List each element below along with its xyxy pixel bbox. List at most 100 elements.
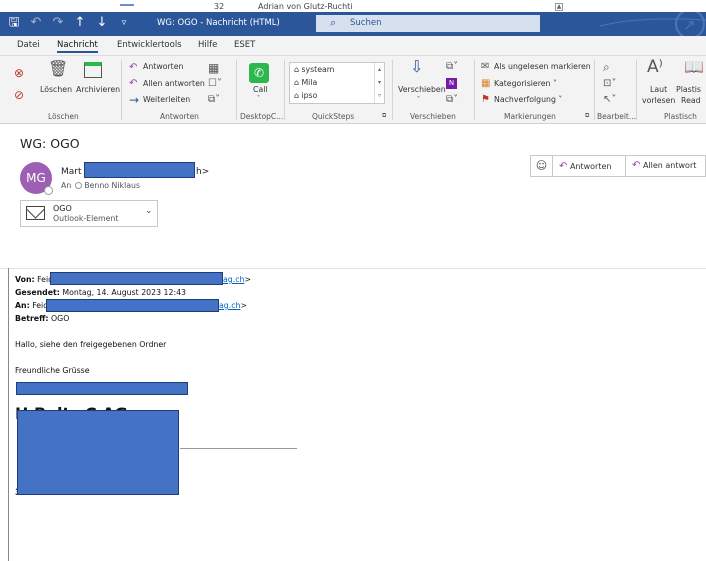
recipient-presence-icon [75,182,83,189]
group-separator [636,60,637,120]
categorize-icon: ▦ [481,78,491,89]
read-aloud-label-2[interactable]: vorlesen [642,96,675,105]
quickstep-item[interactable]: ⌂ Mila [294,78,317,87]
find-icon[interactable]: ⌕ [603,60,610,74]
call-icon[interactable]: ✆ [249,63,269,83]
save-icon[interactable]: 🖫 [6,14,22,32]
reply-all-button[interactable]: Allen antworten [143,79,205,88]
reply-button[interactable]: Antworten [143,62,183,71]
group-label-delete: Löschen [48,112,79,121]
sender-name[interactable]: Mart [61,167,82,177]
reply-icon: ↶ [559,161,568,172]
reply-action-button[interactable]: ↶ Antworten [559,161,611,172]
read-aloud-icon[interactable]: A⁾ [647,59,663,76]
group-label-immersive: Plastisch [664,112,697,121]
select-icon[interactable]: ↖˅ [603,93,616,107]
attachment-card[interactable]: OGO Outlook-Element ⌄ [20,200,158,227]
rules-icon[interactable]: ⧉˅ [446,60,458,74]
forward-icon: → [129,93,140,107]
redaction-box [84,162,195,178]
ribbon: ⊗ ⊘ 🗑 Löschen Archivieren Löschen ↶ Antw… [0,56,706,124]
immersive-reader-label[interactable]: Plastis [676,85,701,94]
tab-entwicklertools[interactable]: Entwicklertools [117,40,182,50]
tags-launcher-icon[interactable]: ⧉ [585,112,589,120]
titlebar-decoration: ↗ [600,12,706,36]
svg-text:↗: ↗ [683,16,696,34]
delete-button[interactable]: Löschen [40,85,72,94]
undo-icon[interactable]: ↶ [28,14,44,32]
tab-nachricht[interactable]: Nachricht [57,40,98,53]
sender-address-tail: h> [196,167,210,177]
message-subject: WG: OGO [20,136,80,151]
archive-button[interactable]: Archivieren [76,85,120,94]
title-bar: 🖫 ↶ ↷ ↑ ↓ ▿ WG: OGO - Nachricht (HTML) ⌕… [0,12,706,36]
mark-unread-button[interactable]: Als ungelesen markieren [494,62,591,71]
group-separator [236,60,237,120]
redaction-box [17,410,179,495]
reply-all-action-button[interactable]: ↶ Allen antwort [625,156,696,176]
tab-datei[interactable]: Datei [17,40,40,50]
group-label-tags: Markierungen [504,112,556,121]
quicksteps-gallery: ⌂ systeam ⌂ Mila ⌂ ipso ▴ ▾ ▿ [289,62,385,104]
background-item-number: 32 [214,2,225,11]
tab-eset[interactable]: ESET [234,40,255,50]
meeting-icon[interactable]: ▦ [208,61,219,75]
forward-to-tail: ag.ch> [219,301,247,310]
call-button[interactable]: Call [253,85,268,94]
immersive-reader-icon[interactable]: 📖 [684,59,704,75]
body-closing: Freundliche Grüsse [15,366,90,375]
header-divider [0,268,706,269]
redaction-box [50,272,223,285]
customize-toolbar-icon[interactable]: ▿ [116,14,132,32]
ignore-icon[interactable]: ⊗ [14,66,24,80]
next-item-icon[interactable]: ↓ [94,14,110,32]
search-icon: ⌕ [330,16,337,29]
forward-from-line: Von: Feid [15,275,54,284]
im-reply-icon[interactable]: ☐˅ [208,77,222,91]
mark-unread-icon: ✉ [481,61,490,72]
quickstep-item[interactable]: ⌂ systeam [294,65,334,74]
previous-item-icon[interactable]: ↑ [72,14,88,32]
quicksteps-scroll[interactable]: ▴ ▾ ▿ [374,63,384,103]
background-scroll-marker [120,4,134,6]
immersive-reader-label-2[interactable]: Read [681,96,701,105]
archive-icon[interactable] [84,62,102,78]
background-window-strip: 32 Adrian von Glutz-Ruchti ▲ [0,0,706,12]
quickstep-item[interactable]: ⌂ ipso [294,91,317,100]
related-icon[interactable]: ⊡˅ [603,77,616,91]
group-label-quicksteps: QuickSteps [312,112,355,121]
move-button[interactable]: Verschieben [398,85,446,94]
background-scroll-up-icon[interactable]: ▲ [555,3,563,11]
quicksteps-launcher-icon[interactable]: ⧉ [382,112,386,120]
group-separator [392,60,393,120]
envelope-icon [26,206,45,220]
call-dropdown-icon[interactable]: ˅ [257,95,260,102]
move-dropdown-icon[interactable]: ˅ [417,96,420,103]
forward-from-tail: ag.ch> [223,275,251,284]
delete-icon[interactable]: 🗑 [48,61,68,77]
junk-icon[interactable]: ⊘ [14,88,24,102]
reading-pane-edge [8,268,9,561]
search-placeholder: Suchen [350,18,382,28]
redo-icon[interactable]: ↷ [50,14,66,32]
forward-button[interactable]: Weiterleiten [143,95,190,104]
chevron-down-icon[interactable]: ⌄ [145,206,153,216]
actions-icon[interactable]: ⧉˅ [446,93,458,107]
smiley-icon[interactable]: ☺ [531,156,553,176]
search-box[interactable]: ⌕ Suchen [316,15,540,32]
onenote-icon[interactable]: N [446,78,457,89]
outlook-message-window: { "background_window": { "number": "32",… [0,0,706,561]
group-label-edit: Bearbeit... [597,112,636,121]
move-icon[interactable]: ⇩ [410,59,423,75]
follow-up-button[interactable]: Nachverfolgung ˅ [494,95,562,104]
attachment-type: Outlook-Element [53,214,119,223]
attachment-name: OGO [53,204,72,213]
categorize-button[interactable]: Kategorisieren ˅ [494,79,557,88]
recipient-line: An Benno Niklaus [61,181,140,190]
tab-hilfe[interactable]: Hilfe [198,40,217,50]
group-label-respond: Antworten [160,112,199,121]
recipient-name[interactable]: Benno Niklaus [84,181,140,190]
more-respond-icon[interactable]: ⧉˅ [208,93,220,107]
read-aloud-label[interactable]: Laut [650,85,667,94]
group-separator [594,60,595,120]
